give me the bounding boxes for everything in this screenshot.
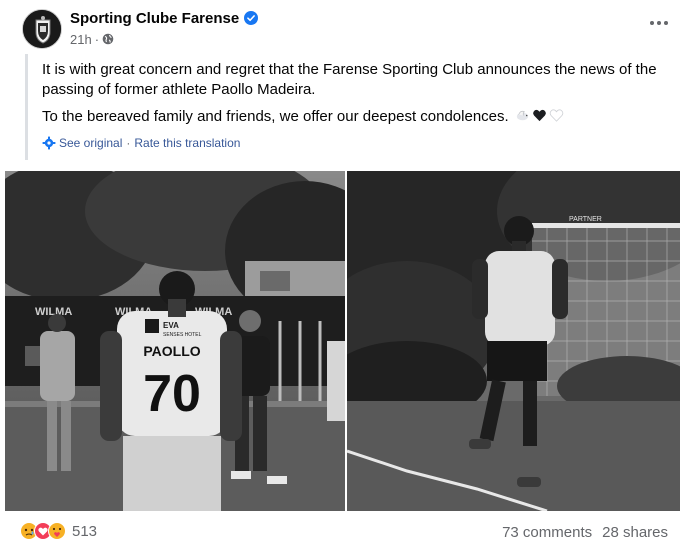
- see-original-link[interactable]: See original: [59, 136, 122, 150]
- meta-separator: ·: [94, 32, 100, 47]
- globe-icon[interactable]: [102, 33, 114, 45]
- reactions-summary[interactable]: 513: [20, 522, 97, 542]
- facebook-post: Sporting Clube Farense 21h · It is with g…: [0, 0, 680, 550]
- more-dots-icon: [650, 21, 668, 25]
- rate-translation-link[interactable]: Rate this translation: [134, 136, 240, 150]
- player-running-photo: PARTNER: [347, 171, 680, 511]
- jersey-sponsor-sub: SENSES HOTEL: [163, 332, 202, 338]
- care-reaction-icon: [48, 522, 66, 540]
- jersey-sponsor: EVA: [163, 321, 179, 330]
- reaction-count: 513: [72, 522, 98, 540]
- club-crest-icon: [23, 10, 61, 48]
- engagement-counts: 73 comments 28 shares: [502, 524, 668, 541]
- comments-count-link[interactable]: 73 comments: [502, 524, 592, 541]
- translation-quote-bar: [25, 54, 28, 160]
- post-text-condolences: To the bereaved family and friends, we o…: [42, 108, 509, 125]
- jersey-number: 70: [143, 365, 201, 423]
- post-photo-left[interactable]: WILMA WILMA WILMA: [5, 171, 345, 511]
- verified-badge-icon: [244, 11, 259, 25]
- black-heart-emoji: [533, 109, 546, 122]
- post-timestamp[interactable]: 21h: [70, 32, 92, 47]
- translation-separator: ·: [126, 136, 131, 150]
- page-avatar[interactable]: [22, 9, 62, 49]
- gear-icon[interactable]: [42, 136, 56, 150]
- translation-bar: See original · Rate this translation: [42, 136, 240, 150]
- shares-count-link[interactable]: 28 shares: [602, 524, 668, 541]
- dove-emoji: [516, 110, 528, 121]
- more-options-button[interactable]: [645, 12, 673, 34]
- page-name[interactable]: Sporting Clube Farense: [70, 10, 239, 27]
- jersey-name: PAOLLO: [143, 343, 200, 359]
- fence-text: PARTNER: [569, 216, 602, 223]
- page-name-link[interactable]: Sporting Clube Farense: [70, 10, 259, 27]
- post-text-paragraph-1: It is with great concern and regret that…: [42, 61, 657, 98]
- post-text-paragraph-2: To the bereaved family and friends, we o…: [42, 107, 672, 127]
- post-meta: 21h ·: [70, 32, 114, 47]
- white-heart-emoji: [549, 109, 564, 122]
- post-photo-right[interactable]: PARTNER: [347, 171, 680, 511]
- player-back-photo: WILMA WILMA WILMA: [5, 171, 345, 511]
